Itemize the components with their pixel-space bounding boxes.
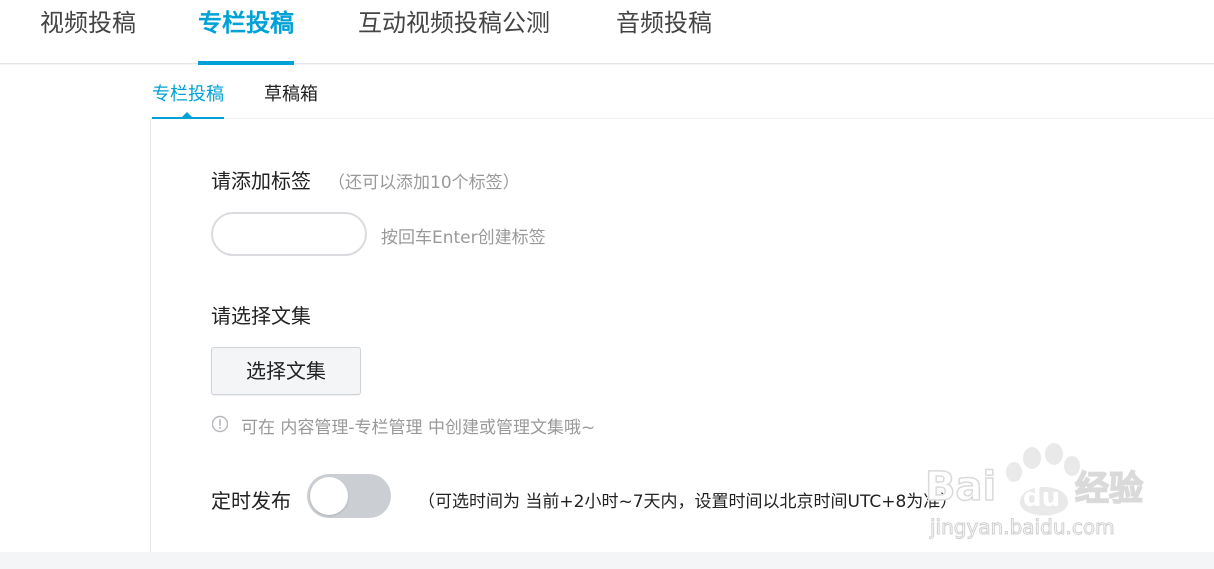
tag-input-hint: 按回车Enter创建标签 xyxy=(381,228,546,248)
sub-tab-bar: 专栏投稿 草稿箱 xyxy=(150,65,1214,119)
panel-divider xyxy=(150,118,151,552)
tab-audio-submission[interactable]: 音频投稿 xyxy=(616,0,712,64)
active-caret-icon xyxy=(182,112,192,117)
schedule-label: 定时发布 xyxy=(211,489,291,513)
watermark-logo-du: du xyxy=(1023,483,1060,513)
collection-info-text: 可在 内容管理-专栏管理 中创建或管理文集哦~ xyxy=(241,418,596,438)
schedule-hint: （可选时间为 当前+2小时~7天内，设置时间以北京时间UTC+8为准） xyxy=(418,492,958,512)
toggle-knob xyxy=(310,477,348,515)
tag-input[interactable] xyxy=(211,212,367,256)
tab-interactive-video-beta[interactable]: 互动视频投稿公测 xyxy=(358,0,550,64)
watermark-logo-text: Bai xyxy=(925,464,996,510)
collection-label: 请选择文集 xyxy=(211,304,311,328)
select-collection-button[interactable]: 选择文集 xyxy=(211,347,361,395)
watermark-brand-cn: 经验 xyxy=(1075,469,1143,509)
subtab-label: 专栏投稿 xyxy=(152,84,224,105)
subtab-column-submission[interactable]: 专栏投稿 xyxy=(152,65,224,119)
baidu-jingyan-watermark: Bai du 经验 jingyan.baidu.com xyxy=(924,443,1144,540)
top-tab-bar: 视频投稿 专栏投稿 互动视频投稿公测 音频投稿 xyxy=(0,0,1214,65)
schedule-toggle[interactable] xyxy=(307,474,391,518)
page-bottom xyxy=(0,552,1214,569)
tab-column-submission[interactable]: 专栏投稿 xyxy=(198,0,294,65)
info-icon xyxy=(211,415,229,433)
watermark-url: jingyan.baidu.com xyxy=(929,515,1115,539)
tags-remaining-hint: （还可以添加10个标签） xyxy=(328,173,520,193)
tab-video-submission[interactable]: 视频投稿 xyxy=(40,0,136,64)
tags-label: 请添加标签 xyxy=(211,169,311,193)
subtab-drafts[interactable]: 草稿箱 xyxy=(264,65,318,118)
